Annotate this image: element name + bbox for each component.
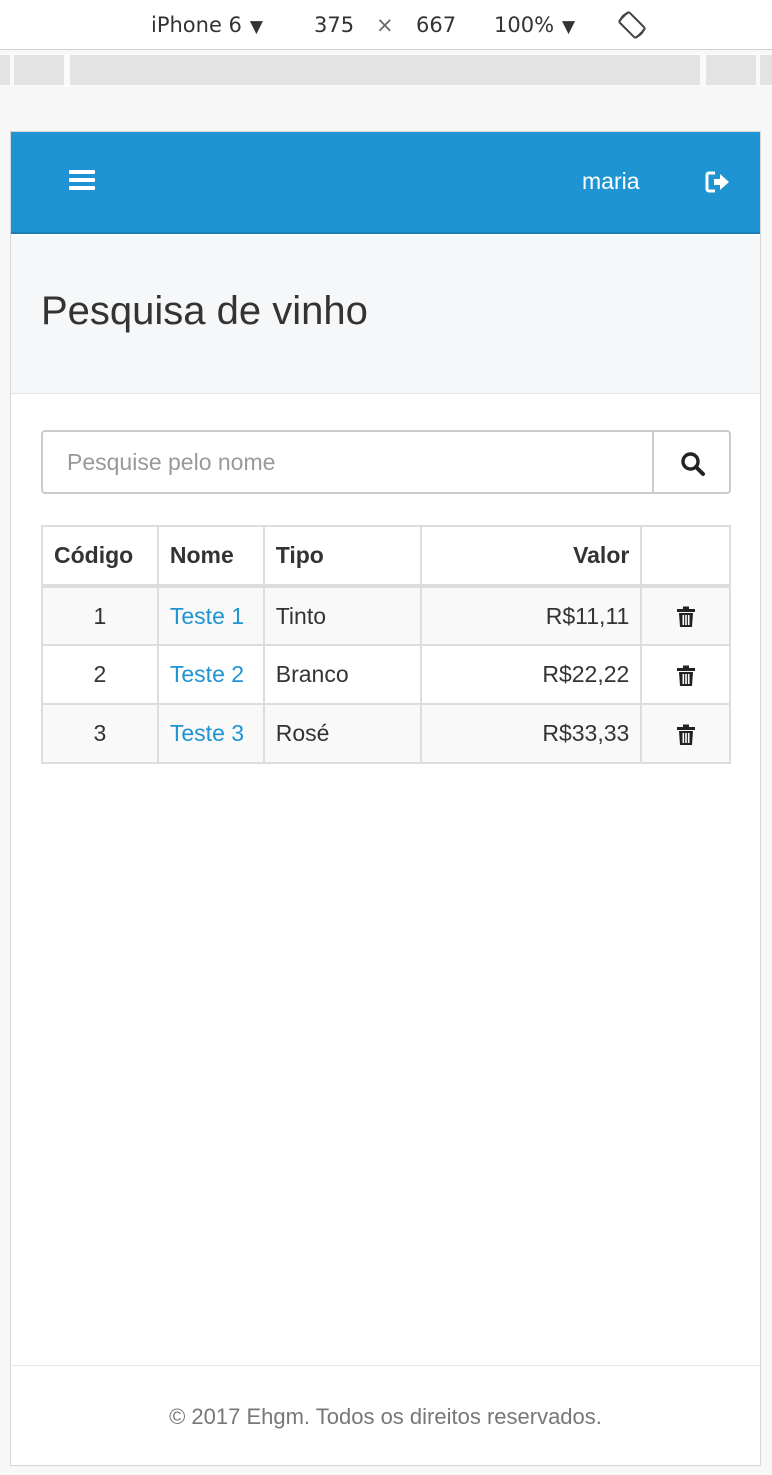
device-width-input[interactable]: 375 [314,11,354,39]
rotate-icon[interactable] [616,9,648,41]
cell-type: Rosé [262,703,423,764]
device-select[interactable]: iPhone 6 ▼ [151,11,263,41]
table-row: 2 Teste 2 Branco R$22,22 [41,644,731,705]
ruler-segment [706,55,756,85]
dimension-separator: × [376,13,394,37]
device-name: iPhone 6 [151,13,242,37]
cell-action [640,585,731,646]
cell-action [640,644,731,705]
ruler-segment [0,55,10,85]
username: maria [582,168,640,194]
search-group [41,430,731,494]
cell-code: 1 [41,585,159,646]
wines-table: Código Nome Tipo Valor 1 Teste 1 Tinto R… [41,525,731,764]
trash-icon[interactable] [676,606,696,628]
cell-name: Teste 3 [156,703,265,764]
wine-link[interactable]: Teste 3 [170,720,244,746]
column-header-name: Nome [156,525,265,588]
table-row: 1 Teste 1 Tinto R$11,11 [41,585,731,646]
cell-type: Tinto [262,585,423,646]
column-header-value: Valor [420,525,643,588]
cell-code: 3 [41,703,159,764]
zoom-value: 100% [494,13,555,37]
cell-name: Teste 1 [156,585,265,646]
cell-action [640,703,731,764]
cell-value: R$22,22 [420,644,643,705]
wine-link[interactable]: Teste 1 [170,603,244,629]
cell-type: Branco [262,644,423,705]
cell-value: R$11,11 [420,585,643,646]
search-input[interactable] [41,430,654,494]
cell-code: 2 [41,644,159,705]
footer: © 2017 Ehgm. Todos os direitos reservado… [11,1365,760,1465]
column-header-type: Tipo [262,525,423,588]
page-header: Pesquisa de vinho [11,236,760,394]
device-viewport: maria Pesquisa de vinho Código Nome Tipo… [10,131,761,1466]
column-header-code: Código [41,525,159,588]
trash-icon[interactable] [676,665,696,687]
trash-icon[interactable] [676,724,696,746]
caret-down-icon: ▼ [562,17,576,37]
ruler-segment [70,55,700,85]
table-header-row: Código Nome Tipo Valor [41,525,731,588]
cell-value: R$33,33 [420,703,643,764]
device-height-input[interactable]: 667 [416,11,456,39]
ruler-segment [760,55,772,85]
device-toolbar: iPhone 6 ▼ 375 × 667 100% ▼ [0,0,772,50]
page-title: Pesquisa de vinho [41,289,368,333]
wine-link[interactable]: Teste 2 [170,661,244,687]
caret-down-icon: ▼ [249,17,263,37]
media-query-ruler [0,53,772,87]
top-navbar: maria [11,132,760,234]
sign-out-icon[interactable] [705,170,731,194]
bars-icon[interactable] [69,170,95,194]
ruler-segment [14,55,64,85]
search-button[interactable] [652,430,731,494]
table-row: 3 Teste 3 Rosé R$33,33 [41,703,731,764]
zoom-select[interactable]: 100% ▼ [494,11,575,41]
search-icon [681,452,705,476]
column-header-actions [640,525,731,588]
copyright-text: © 2017 Ehgm. Todos os direitos reservado… [169,1404,602,1429]
cell-name: Teste 2 [156,644,265,705]
